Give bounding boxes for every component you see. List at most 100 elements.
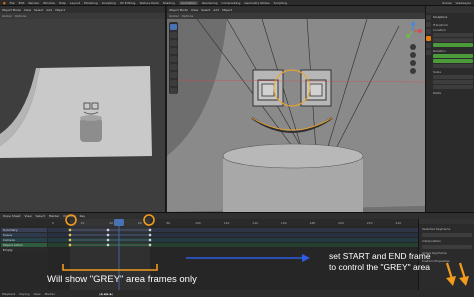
right-transform-orientation[interactable]: Global [169, 14, 179, 18]
dopesheet-menu-marker[interactable]: Marker [49, 214, 59, 218]
scale-z-field[interactable] [433, 85, 473, 89]
dopesheet-menu-channel[interactable]: Channel [63, 214, 75, 218]
tool-shelf [169, 22, 178, 94]
menu-edit[interactable]: Edit [19, 1, 25, 5]
footer-marker[interactable]: Marker [45, 292, 55, 296]
ortho-grid-icon[interactable] [410, 68, 416, 74]
blender-window: ● File Edit Render Window Help Layout Mo… [0, 0, 474, 297]
tab-modeling[interactable]: Modeling [84, 1, 98, 5]
footer-view[interactable]: View [33, 292, 40, 296]
menu-help[interactable]: Help [59, 1, 66, 5]
blender-logo-icon[interactable]: ● [3, 1, 6, 5]
properties-title: Sculpture [433, 15, 448, 19]
rotation-x-field[interactable] [433, 54, 473, 58]
label-interpolation: Interpolation [422, 239, 442, 243]
tab-compositing[interactable]: Compositing [222, 1, 241, 5]
select-tool-icon[interactable] [170, 24, 177, 30]
scale-x-field[interactable] [433, 75, 473, 79]
tab-scripting[interactable]: Scripting [274, 1, 287, 5]
3d-viewport[interactable]: Object Mode View Select Add Object Globa… [167, 6, 425, 212]
tab-rendering[interactable]: Rendering [202, 1, 217, 5]
current-frame-indicator[interactable] [114, 219, 124, 226]
pan-hand-icon[interactable] [410, 52, 416, 58]
active-keyframe-field[interactable] [422, 245, 472, 249]
editor-type-dopesheet[interactable]: Dope Sheet [3, 214, 21, 218]
right-viewport-subheader: Global Options [167, 13, 425, 19]
right-menu-view[interactable]: View [191, 8, 198, 12]
channel-camera[interactable]: Camera [1, 238, 47, 242]
tab-shading[interactable]: Shading [163, 1, 175, 5]
dopesheet-menu-select[interactable]: Select [36, 214, 45, 218]
menu-render[interactable]: Render [28, 1, 39, 5]
camera-render-view [0, 19, 165, 212]
play-controls-icon[interactable]: |◀ ◀ ▶ ▶| [99, 292, 113, 296]
label-delta: Delta [433, 91, 442, 95]
right-menu-add[interactable]: Add [213, 8, 219, 12]
navigation-gizmo-icon[interactable] [404, 22, 422, 40]
right-options[interactable]: Options [182, 14, 194, 18]
annotation-grey-frames-only: Will show "GREY" area frames only [47, 274, 197, 285]
tab-sculpting[interactable]: Sculpting [102, 1, 116, 5]
ruler-tick-label: 20 [81, 221, 85, 225]
zoom-icon[interactable] [410, 44, 416, 50]
location-x-field[interactable] [433, 33, 473, 37]
move-tool-icon[interactable] [170, 40, 177, 46]
channel-list: Summary Scene Camera Object Action Empty [0, 226, 48, 290]
channel-scene[interactable]: Scene [1, 233, 47, 237]
channel-empty[interactable]: Empty [1, 248, 47, 252]
transform-tool-icon[interactable] [170, 64, 177, 70]
right-menu-object[interactable]: Object [222, 8, 232, 12]
measure-tool-icon[interactable] [170, 80, 177, 86]
scene-geometry [167, 18, 425, 212]
label-location: Location [433, 28, 446, 32]
material-props-tab-icon[interactable] [426, 50, 431, 55]
frame-ruler[interactable]: 0 20 40 60 80 100 120 140 160 180 200 220 240 [0, 219, 418, 226]
right-mode-dropdown[interactable]: Object Mode [169, 8, 188, 12]
tab-texture-paint[interactable]: Texture Paint [139, 1, 158, 5]
channel-summary[interactable]: Summary [1, 228, 47, 232]
footer-keying[interactable]: Keying [19, 292, 29, 296]
tab-animation[interactable]: Animation [178, 0, 199, 5]
rotation-z-field[interactable] [433, 64, 473, 68]
location-y-field[interactable] [433, 38, 473, 42]
properties-panel: Sculpture Transform Location Rotation Sc… [425, 6, 474, 212]
tab-geometry-nodes[interactable]: Geometry Nodes [244, 1, 269, 5]
cursor-tool-icon[interactable] [170, 32, 177, 38]
scene-selector[interactable]: Scene [442, 1, 451, 5]
right-menu-select[interactable]: Select [201, 8, 210, 12]
dopesheet-menu-key[interactable]: Key [80, 214, 85, 218]
camera-view-icon[interactable] [410, 60, 416, 66]
dopesheet-menu-view[interactable]: View [25, 214, 32, 218]
rotation-y-field[interactable] [433, 59, 473, 63]
render-props-tab-icon[interactable] [426, 22, 431, 27]
right-viewport-header: Object Mode View Select Add Object [167, 6, 425, 13]
location-z-field[interactable] [433, 43, 473, 47]
scale-y-field[interactable] [433, 80, 473, 84]
ruler-tick-label: 100 [195, 221, 201, 225]
footer-playback[interactable]: Playback [2, 292, 15, 296]
ruler-tick-label: 220 [367, 221, 373, 225]
annotate-tool-icon[interactable] [170, 72, 177, 78]
properties-header [426, 6, 474, 13]
ruler-tick-label: 240 [395, 221, 401, 225]
output-props-tab-icon[interactable] [426, 29, 431, 34]
camera-viewport[interactable]: Object Mode View Select Add Object Globa… [0, 6, 166, 212]
ruler-tick-label: 140 [252, 221, 258, 225]
add-cube-tool-icon[interactable] [170, 88, 177, 94]
annotation-control-grey: to control the "GREY" area [329, 262, 430, 272]
ruler-tick-label: 60 [138, 221, 142, 225]
tool-props-tab-icon[interactable] [426, 15, 431, 20]
tab-uv-editing[interactable]: UV Editing [120, 1, 136, 5]
scale-tool-icon[interactable] [170, 56, 177, 62]
object-props-tab-icon[interactable] [426, 36, 431, 41]
menu-window[interactable]: Window [43, 1, 55, 5]
frame-ruler-ticks: 0 20 40 60 80 100 120 140 160 180 200 220 240 [52, 219, 401, 226]
menu-file[interactable]: File [10, 1, 15, 5]
view-layer-selector[interactable]: ViewLayer [456, 1, 471, 5]
tab-layout[interactable]: Layout [70, 1, 80, 5]
rotate-tool-icon[interactable] [170, 48, 177, 54]
modifier-props-tab-icon[interactable] [426, 43, 431, 48]
interpolation-dropdown[interactable] [422, 233, 472, 237]
ruler-tick-label: 120 [224, 221, 230, 225]
channel-object-action[interactable]: Object Action [1, 243, 47, 247]
